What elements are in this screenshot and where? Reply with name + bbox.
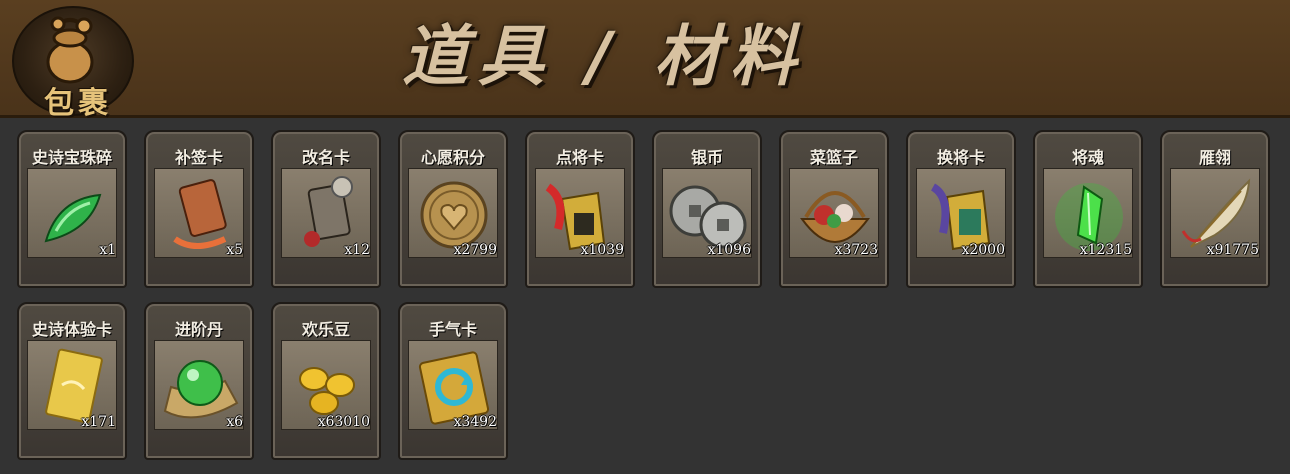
item-card[interactable]: 补签卡 x5	[144, 130, 254, 288]
item-card[interactable]: 将魂 x12315	[1033, 130, 1143, 288]
item-card[interactable]: 菜篮子 x3723	[779, 130, 889, 288]
item-count: x12	[344, 242, 370, 258]
item-name: 手气卡	[428, 320, 477, 339]
item-card[interactable]: 进阶丹 x6	[144, 302, 254, 460]
item-name: 将魂	[1071, 148, 1104, 167]
item-card[interactable]: 心愿积分 x2799	[398, 130, 508, 288]
item-card[interactable]: 欢乐豆 x63010	[271, 302, 381, 460]
item-card[interactable]: 史诗宝珠碎 x1	[17, 130, 127, 288]
item-card[interactable]: 手气卡 x3492	[398, 302, 508, 460]
item-name: 补签卡	[174, 148, 223, 167]
item-count: x5	[226, 242, 243, 258]
item-card[interactable]: 史诗体验卡 x171	[17, 302, 127, 460]
item-count: x6	[226, 414, 243, 430]
item-count: x2000	[961, 242, 1005, 258]
item-count: x171	[81, 414, 116, 430]
bag-label: 包裹	[44, 86, 112, 121]
item-count: x2799	[453, 242, 497, 258]
item-count: x1	[99, 242, 116, 258]
item-name: 雁翎	[1198, 148, 1231, 167]
item-name: 改名卡	[301, 148, 350, 167]
item-name: 换将卡	[936, 148, 985, 167]
item-count: x3723	[834, 242, 878, 258]
item-name: 银币	[690, 148, 723, 167]
item-count: x91775	[1206, 242, 1259, 258]
item-name: 菜篮子	[809, 148, 858, 167]
item-card[interactable]: 改名卡 x12	[271, 130, 381, 288]
bag-icon[interactable]: 包裹	[12, 6, 134, 121]
item-card[interactable]: 换将卡 x2000	[906, 130, 1016, 288]
item-name: 进阶丹	[174, 320, 223, 339]
item-count: x1039	[580, 242, 624, 258]
item-name: 点将卡	[555, 148, 604, 167]
item-name: 心愿积分	[420, 148, 485, 167]
item-count: x3492	[453, 414, 497, 430]
item-count: x1096	[707, 242, 751, 258]
item-name: 史诗体验卡	[31, 320, 112, 339]
item-card[interactable]: 银币 x1096	[652, 130, 762, 288]
inventory-header: 包裹 道具 / 材料	[0, 0, 1290, 121]
page-title: 道具 / 材料	[402, 18, 807, 95]
item-name: 欢乐豆	[301, 320, 350, 339]
item-card[interactable]: 点将卡 x1039	[525, 130, 635, 288]
item-count: x12315	[1079, 242, 1132, 258]
item-card[interactable]: 雁翎 x91775	[1160, 130, 1270, 288]
item-name: 史诗宝珠碎	[31, 148, 112, 167]
item-count: x63010	[317, 414, 370, 430]
